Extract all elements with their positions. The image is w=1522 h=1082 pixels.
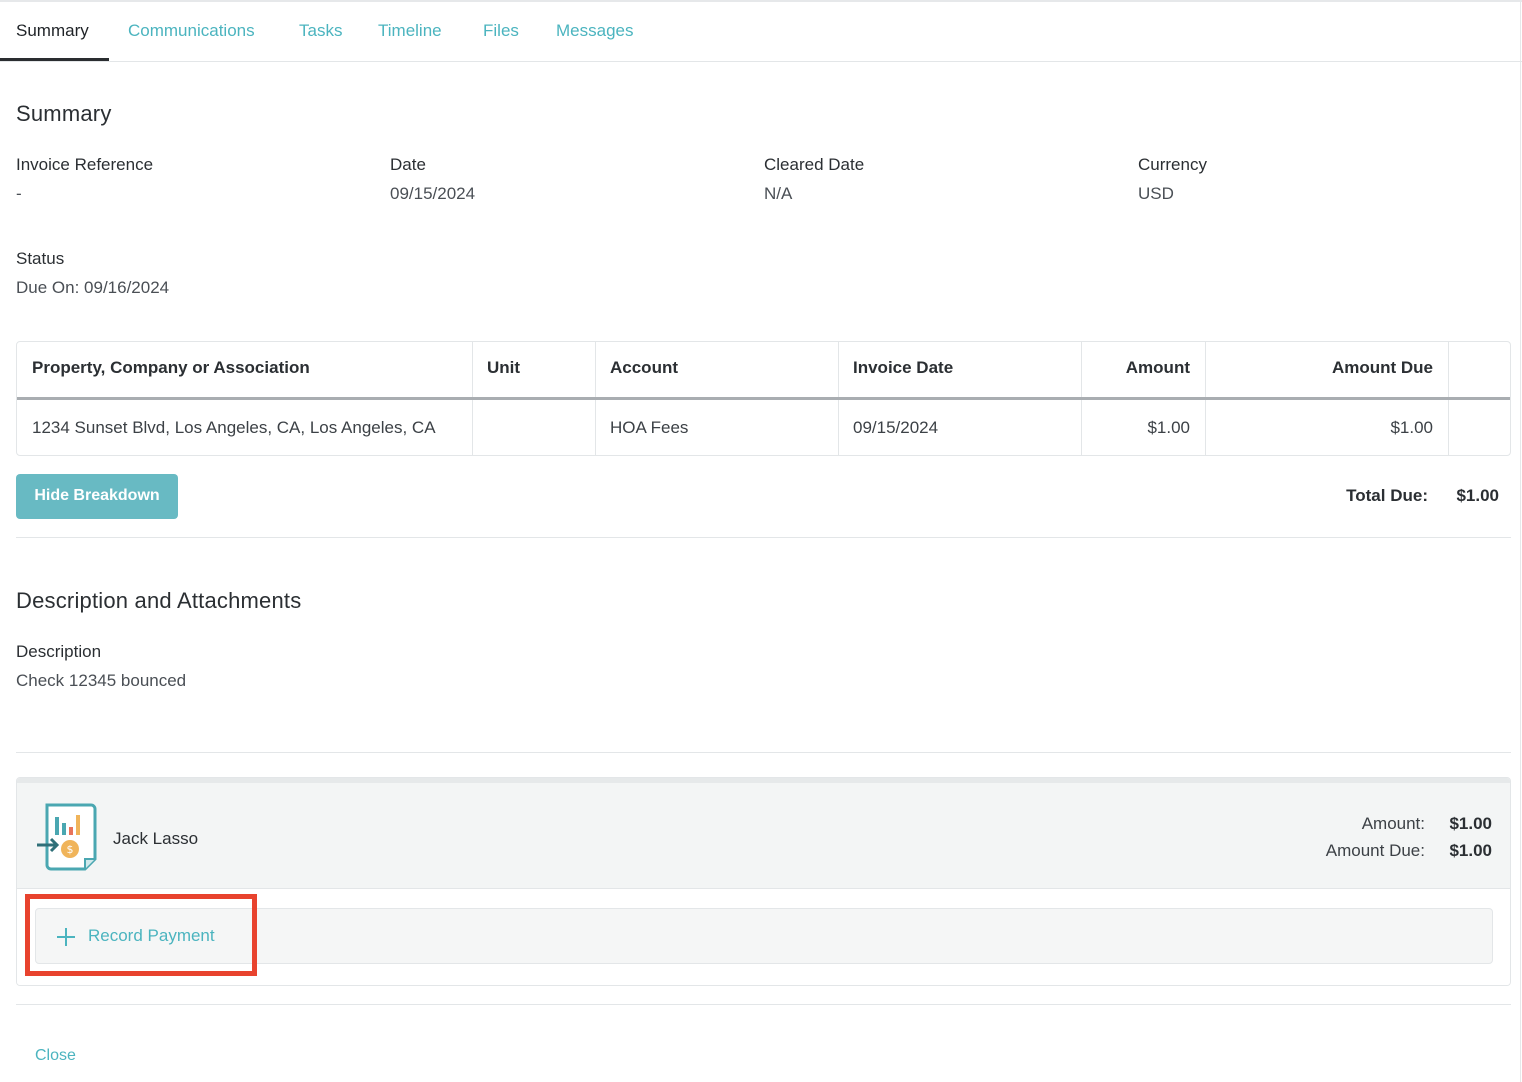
amount-due-label: Amount Due: (1325, 841, 1425, 860)
hide-breakdown-button[interactable]: Hide Breakdown (16, 474, 178, 519)
section-divider (16, 1004, 1511, 1005)
cell-account: HOA Fees (610, 418, 689, 437)
column-header-account: Account (610, 358, 678, 377)
cleared-date-label: Cleared Date (764, 155, 865, 174)
column-header-property: Property, Company or Association (32, 358, 310, 377)
section-divider (16, 752, 1511, 753)
tab-messages[interactable]: Messages (556, 2, 633, 62)
tab-files[interactable]: Files (483, 2, 519, 62)
status-value: Due On: 09/16/2024 (16, 278, 170, 297)
payment-card-header: $ Jack Lasso Amount: $1.00 Amount Due: $… (17, 778, 1510, 889)
tab-tasks[interactable]: Tasks (299, 2, 342, 62)
description-label: Description (16, 642, 102, 661)
invoice-reference-value: - (16, 184, 22, 203)
tab-summary[interactable]: Summary (16, 2, 89, 62)
description-value: Check 12345 bounced (16, 671, 187, 690)
column-header-unit: Unit (487, 358, 521, 377)
tab-bar: Summary Communications Tasks Timeline Fi… (0, 2, 1522, 62)
total-due-label: Total Due: (1346, 486, 1428, 505)
payer-name: Jack Lasso (113, 829, 199, 848)
tab-communications[interactable]: Communications (128, 2, 255, 62)
svg-text:$: $ (67, 843, 74, 856)
close-link[interactable]: Close (35, 1047, 76, 1065)
cell-property: 1234 Sunset Blvd, Los Angeles, CA, Los A… (32, 418, 436, 437)
cell-amount-due: $1.00 (1390, 418, 1433, 437)
date-value: 09/15/2024 (390, 184, 476, 203)
right-border (1520, 0, 1521, 1082)
amount-label: Amount: (1361, 814, 1425, 833)
total-due-value: $1.00 (1456, 486, 1499, 505)
date-label: Date (390, 155, 426, 174)
invoice-reference-label: Invoice Reference (16, 155, 154, 174)
column-header-invoice-date: Invoice Date (853, 358, 954, 377)
breakdown-table: Property, Company or Association Unit Ac… (16, 341, 1511, 456)
column-header-amount: Amount (1125, 358, 1190, 377)
section-divider (16, 537, 1511, 538)
cell-invoice-date: 09/15/2024 (853, 418, 939, 437)
status-label: Status (16, 249, 65, 268)
amount-due-value: $1.00 (1449, 841, 1492, 860)
currency-value: USD (1138, 184, 1174, 203)
cell-amount: $1.00 (1147, 418, 1190, 437)
highlight-box (25, 894, 257, 976)
cleared-date-value: N/A (764, 184, 793, 203)
currency-label: Currency (1138, 155, 1207, 174)
tab-timeline[interactable]: Timeline (378, 2, 442, 62)
amount-value: $1.00 (1449, 814, 1492, 833)
description-heading: Description and Attachments (16, 588, 302, 613)
summary-heading: Summary (16, 101, 112, 126)
active-tab-indicator (0, 58, 109, 61)
column-header-amount-due: Amount Due (1331, 358, 1433, 377)
invoice-chart-icon: $ (35, 801, 97, 873)
